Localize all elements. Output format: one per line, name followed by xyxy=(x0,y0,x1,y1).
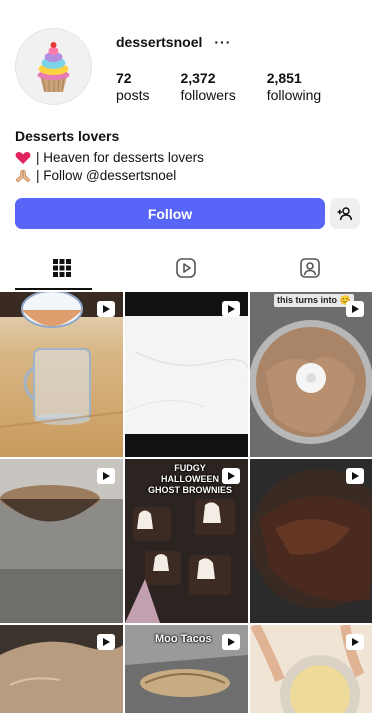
post-tile[interactable] xyxy=(250,625,372,713)
video-icon xyxy=(346,468,364,484)
profile-bio: Desserts lovers | Heaven for desserts lo… xyxy=(15,127,355,185)
posts-count: 72 xyxy=(116,70,132,86)
post-tile[interactable] xyxy=(0,292,123,457)
bio-line2-text: | Follow @dessertsnoel xyxy=(36,168,177,183)
bio-line1-text: | Heaven for desserts lovers xyxy=(36,150,204,165)
post-caption: this turns into 😊 xyxy=(274,294,354,307)
reels-icon xyxy=(176,258,196,278)
video-icon xyxy=(97,301,115,317)
post-tile[interactable] xyxy=(0,459,123,623)
add-user-button[interactable] xyxy=(330,198,360,229)
post-tile[interactable] xyxy=(250,459,372,623)
profile-tabs xyxy=(0,248,372,290)
post-tile[interactable] xyxy=(125,292,248,457)
following-label: following xyxy=(266,87,322,103)
more-options-icon[interactable]: ··· xyxy=(214,34,231,50)
video-icon xyxy=(346,301,364,317)
post-caption: Moo Tacos xyxy=(155,633,212,645)
video-icon xyxy=(222,634,240,650)
username-row: dessertsnoel ··· xyxy=(116,34,231,50)
profile-header: dessertsnoel ··· 72 posts 2,372 follower… xyxy=(0,0,372,120)
tab-tagged[interactable] xyxy=(248,248,372,288)
follow-button[interactable]: Follow xyxy=(15,198,325,229)
posts-label: posts xyxy=(116,87,150,103)
bio-line-hands: | Follow @dessertsnoel xyxy=(15,167,355,185)
following-stat[interactable]: 2,851 following xyxy=(267,70,321,104)
video-icon xyxy=(346,634,364,650)
cupcake-icon xyxy=(37,42,70,93)
posts-grid: this turns into 😊 FUDGY HALLOWEEN GHOST … xyxy=(0,292,372,713)
grid-icon xyxy=(53,259,71,277)
active-tab-indicator xyxy=(15,288,92,290)
username: dessertsnoel xyxy=(116,34,203,50)
add-person-icon xyxy=(337,206,353,220)
following-count: 2,851 xyxy=(266,70,302,86)
video-icon xyxy=(222,468,240,484)
post-tile[interactable]: Moo Tacos xyxy=(125,625,248,713)
video-icon xyxy=(97,634,115,650)
video-icon xyxy=(97,468,115,484)
followers-label: followers xyxy=(180,87,236,103)
posts-stat[interactable]: 72 posts xyxy=(116,70,149,104)
video-icon xyxy=(222,301,240,317)
tagged-icon xyxy=(300,258,320,278)
tab-reels[interactable] xyxy=(124,248,248,288)
tab-posts[interactable] xyxy=(0,248,124,290)
post-tile[interactable] xyxy=(0,625,123,713)
post-tile[interactable]: this turns into 😊 xyxy=(250,292,372,457)
profile-stats: 72 posts 2,372 followers 2,851 following xyxy=(116,70,352,104)
heart-icon xyxy=(15,152,31,164)
bio-line-heart: | Heaven for desserts lovers xyxy=(15,149,355,167)
post-tile[interactable]: FUDGY HALLOWEEN GHOST BROWNIES xyxy=(125,459,248,623)
praying-hands-icon xyxy=(15,169,31,183)
profile-avatar[interactable] xyxy=(15,28,92,105)
followers-stat[interactable]: 2,372 followers xyxy=(180,70,235,104)
followers-count: 2,372 xyxy=(180,70,216,86)
bio-name: Desserts lovers xyxy=(15,128,120,144)
